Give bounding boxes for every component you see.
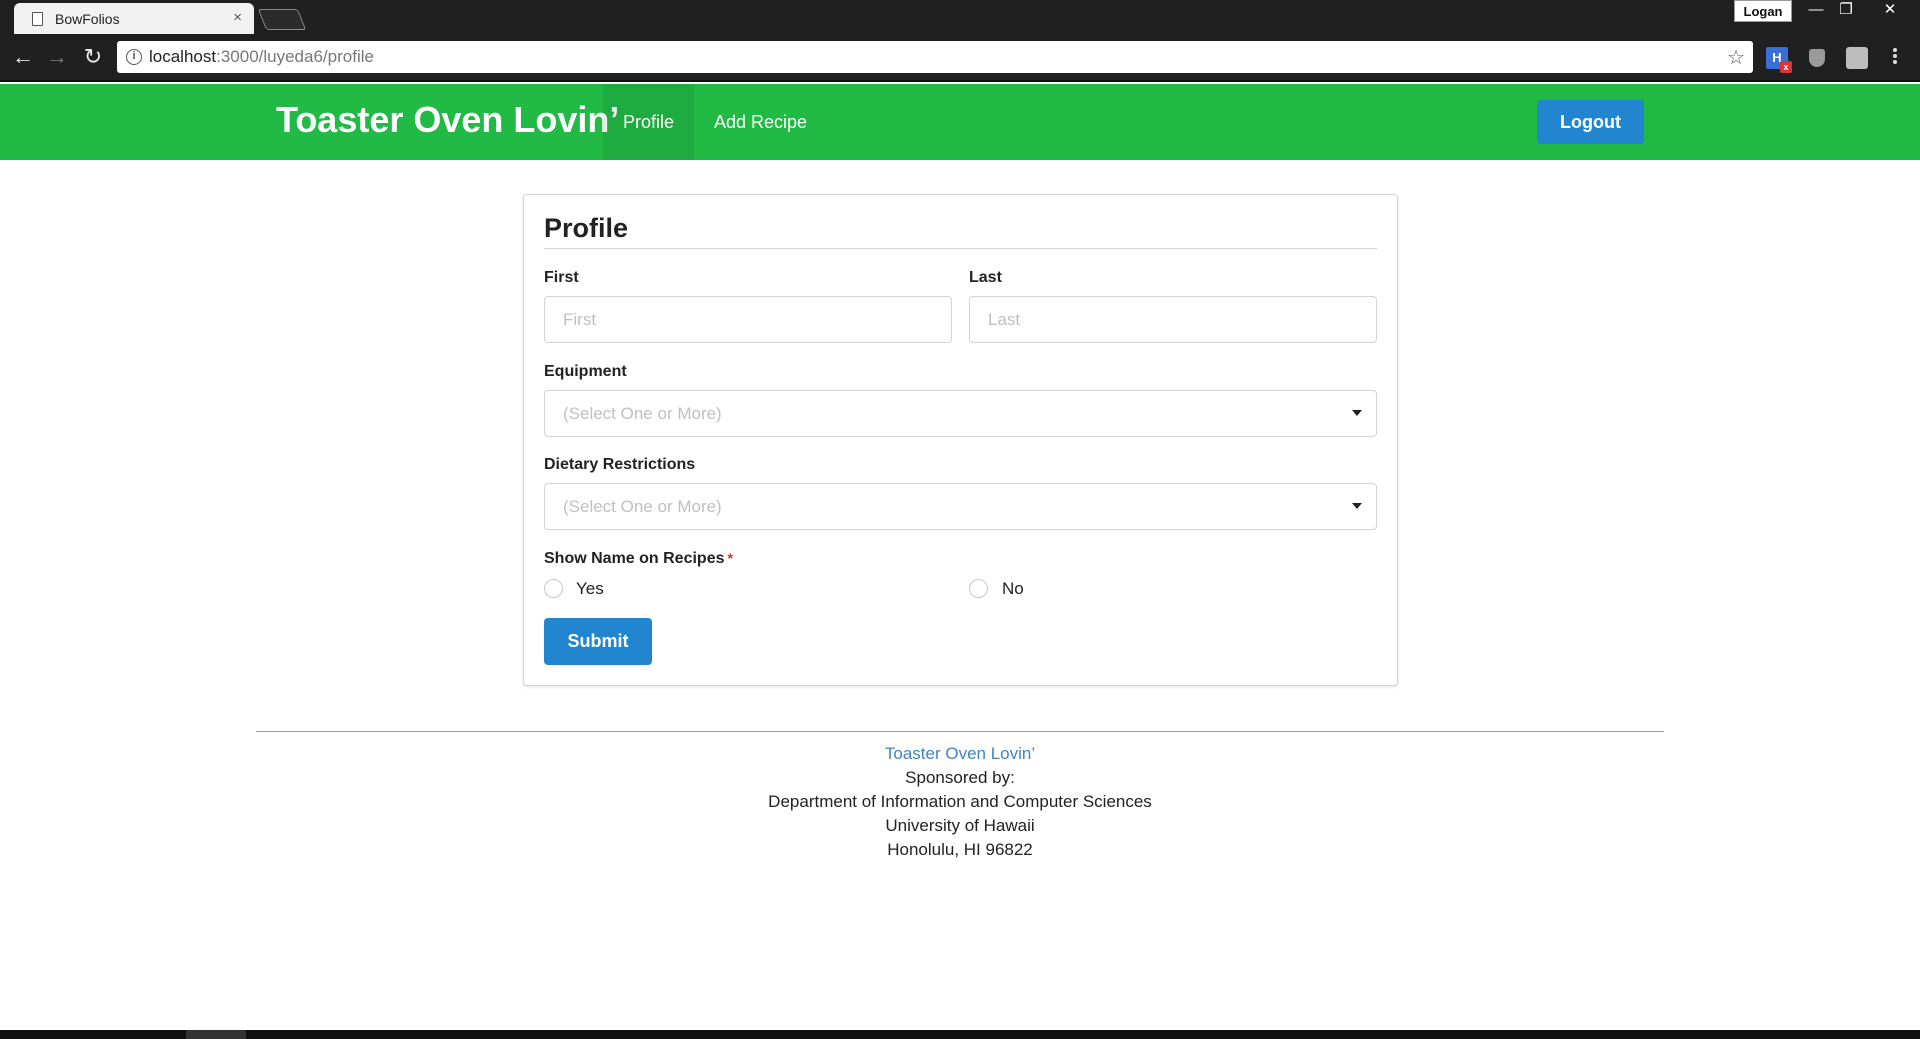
footer: Toaster Oven Lovin’ Sponsored by: Depart…: [0, 742, 1920, 862]
footer-line-address: Honolulu, HI 96822: [887, 840, 1033, 859]
forward-icon[interactable]: →: [44, 44, 70, 70]
first-name-input[interactable]: [544, 296, 952, 343]
browser-menu-icon[interactable]: [1890, 46, 1900, 70]
browser-tab-strip: BowFolios × Logan — ❐ ✕: [0, 0, 1920, 34]
footer-line-university: University of Hawaii: [885, 816, 1035, 835]
first-label: First: [544, 269, 579, 286]
tab-title: BowFolios: [55, 11, 120, 27]
extension-h-icon[interactable]: H x: [1766, 47, 1792, 73]
radio-yes-label[interactable]: Yes: [576, 579, 604, 599]
reload-icon[interactable]: ↻: [80, 44, 106, 70]
required-asterisk: *: [727, 550, 733, 566]
show-name-label-text: Show Name on Recipes: [544, 550, 725, 567]
new-tab-button[interactable]: [257, 9, 307, 30]
nav-add-recipe[interactable]: Add Recipe: [694, 84, 827, 160]
show-name-label: Show Name on Recipes *: [544, 550, 733, 568]
radio-no[interactable]: [969, 579, 988, 598]
extension-icon[interactable]: [1846, 47, 1868, 69]
profile-form-card: Profile First Last Equipment (Select One…: [523, 194, 1398, 686]
extension-badge: x: [1780, 61, 1792, 73]
last-name-input[interactable]: [969, 296, 1377, 343]
close-window-icon[interactable]: ✕: [1874, 0, 1906, 22]
tab-close-icon[interactable]: ×: [233, 9, 242, 26]
taskbar-item[interactable]: [186, 1030, 246, 1039]
equipment-select[interactable]: (Select One or More): [544, 390, 1377, 437]
equipment-placeholder: (Select One or More): [563, 404, 722, 423]
info-icon[interactable]: i: [126, 49, 142, 65]
site-navbar: Toaster Oven Lovin’ Profile Add Recipe L…: [0, 84, 1920, 160]
url-path: :3000/luyeda6/profile: [216, 47, 374, 66]
last-label: Last: [969, 269, 1002, 286]
equipment-label: Equipment: [544, 363, 627, 380]
dropdown-caret-icon: [1352, 410, 1362, 416]
divider: [544, 248, 1377, 249]
radio-yes[interactable]: [544, 579, 563, 598]
page-icon: [32, 12, 43, 26]
footer-divider: [256, 731, 1664, 732]
url-text[interactable]: localhost:3000/luyeda6/profile: [149, 47, 374, 67]
back-icon[interactable]: ←: [10, 44, 36, 70]
form-title: Profile: [544, 213, 629, 243]
footer-line-sponsored: Sponsored by:: [905, 768, 1015, 787]
submit-button[interactable]: Submit: [544, 618, 652, 665]
dropdown-caret-icon: [1352, 503, 1362, 509]
footer-line-department: Department of Information and Computer S…: [768, 792, 1152, 811]
shield-icon: [1809, 49, 1825, 67]
bookmark-star-icon[interactable]: ☆: [1727, 45, 1745, 70]
minimize-icon[interactable]: —: [1800, 0, 1832, 22]
browser-toolbar: ← → ↻ i localhost:3000/luyeda6/profile ☆…: [0, 34, 1920, 82]
nav-profile[interactable]: Profile: [603, 84, 695, 160]
url-host: localhost: [149, 47, 217, 66]
profile-name-button[interactable]: Logan: [1734, 0, 1792, 22]
dietary-placeholder: (Select One or More): [563, 497, 722, 516]
browser-tab[interactable]: BowFolios ×: [14, 3, 254, 34]
logout-button[interactable]: Logout: [1537, 100, 1644, 144]
radio-no-label[interactable]: No: [1002, 579, 1024, 599]
taskbar: [0, 1030, 1920, 1039]
dietary-label: Dietary Restrictions: [544, 456, 696, 473]
dietary-restrictions-select[interactable]: (Select One or More): [544, 483, 1377, 530]
brand-link[interactable]: Toaster Oven Lovin’: [276, 99, 619, 141]
footer-link[interactable]: Toaster Oven Lovin’: [885, 744, 1035, 763]
restore-icon[interactable]: ❐: [1830, 0, 1862, 22]
shield-extension-icon[interactable]: [1806, 47, 1828, 69]
address-bar[interactable]: i localhost:3000/luyeda6/profile ☆: [117, 41, 1753, 73]
